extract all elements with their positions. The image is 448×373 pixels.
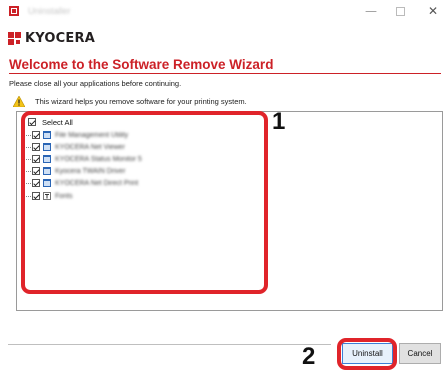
kyocera-logo: KYOCERA [8,28,95,48]
app-icon [9,6,19,16]
callout-highlight-uninstall-button [337,338,397,370]
instruction-text: Please close all your applications befor… [9,79,182,88]
callout-number-2: 2 [302,343,316,370]
callout-number-1: 1 [272,108,286,135]
info-text: This wizard helps you remove software fo… [35,96,247,106]
warning-icon [13,95,25,107]
footer-divider [8,344,331,345]
uninstaller-window: Uninstaller — ✕ KYOCERA Welcome to the S… [0,0,448,373]
minimize-button[interactable]: — [365,5,377,17]
maximize-button[interactable] [396,7,405,16]
callout-highlight-software-list [21,111,268,294]
cancel-button[interactable]: Cancel [399,343,441,364]
info-row: This wizard helps you remove software fo… [13,95,247,107]
title-bar: Uninstaller — ✕ [0,0,448,26]
logo-text: KYOCERA [25,30,95,46]
kyocera-logo-mark-icon [8,31,21,45]
wizard-heading: Welcome to the Software Remove Wizard [9,57,274,72]
close-button[interactable]: ✕ [428,5,438,17]
window-title: Uninstaller [28,6,71,16]
heading-divider [9,73,441,74]
